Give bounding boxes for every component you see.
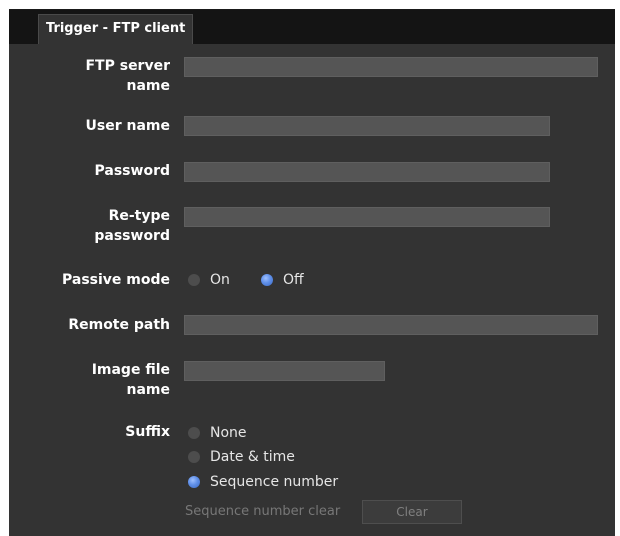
remote-path-input[interactable]	[184, 315, 598, 335]
suffix-sequence-number-radio[interactable]	[188, 476, 200, 488]
image-file-name-input[interactable]	[184, 361, 385, 381]
suffix-sequence-number-option[interactable]: Sequence number	[188, 472, 338, 492]
suffix-date-time-option[interactable]: Date & time	[188, 447, 295, 467]
tab-trigger-ftp-client[interactable]: Trigger - FTP client	[38, 14, 194, 44]
suffix-sequence-number-label: Sequence number	[210, 474, 339, 490]
ftp-server-name-label-line1: FTP server	[85, 58, 170, 74]
passive-mode-off-radio[interactable]	[261, 274, 273, 286]
passive-mode-on-radio[interactable]	[188, 274, 200, 286]
passive-mode-off-label: Off	[283, 272, 304, 288]
clear-button[interactable]: Clear	[362, 500, 462, 524]
passive-mode-label: Passive mode	[61, 272, 170, 288]
password-input[interactable]	[184, 162, 550, 182]
retype-password-label: Re-type password	[94, 206, 170, 246]
suffix-label: Suffix	[125, 424, 170, 440]
retype-password-label-line1: Re-type	[108, 208, 170, 224]
image-file-name-label: Image file name	[92, 360, 170, 400]
user-name-input[interactable]	[184, 116, 550, 136]
passive-mode-on-option[interactable]: On	[188, 270, 230, 290]
passive-mode-off-option[interactable]: Off	[261, 270, 304, 290]
retype-password-label-line2: password	[94, 228, 170, 244]
ftp-client-panel: Trigger - FTP client FTP server name Use…	[9, 9, 615, 536]
ftp-server-name-input[interactable]	[184, 57, 598, 77]
user-name-label: User name	[85, 118, 170, 134]
image-file-name-label-line2: name	[126, 382, 171, 398]
tab-bar: Trigger - FTP client	[9, 10, 615, 44]
ftp-server-name-label-line2: name	[126, 78, 171, 94]
remote-path-label: Remote path	[68, 317, 170, 333]
suffix-date-time-radio[interactable]	[188, 451, 200, 463]
sequence-number-clear-label: Sequence number clear	[185, 504, 341, 519]
ftp-server-name-label: FTP server name	[85, 56, 170, 96]
suffix-none-option[interactable]: None	[188, 423, 247, 443]
image-file-name-label-line1: Image file	[91, 362, 170, 378]
suffix-none-radio[interactable]	[188, 427, 200, 439]
passive-mode-on-label: On	[210, 272, 230, 288]
suffix-none-label: None	[210, 425, 247, 441]
retype-password-input[interactable]	[184, 207, 550, 227]
suffix-date-time-label: Date & time	[210, 449, 295, 465]
password-label: Password	[94, 163, 170, 179]
